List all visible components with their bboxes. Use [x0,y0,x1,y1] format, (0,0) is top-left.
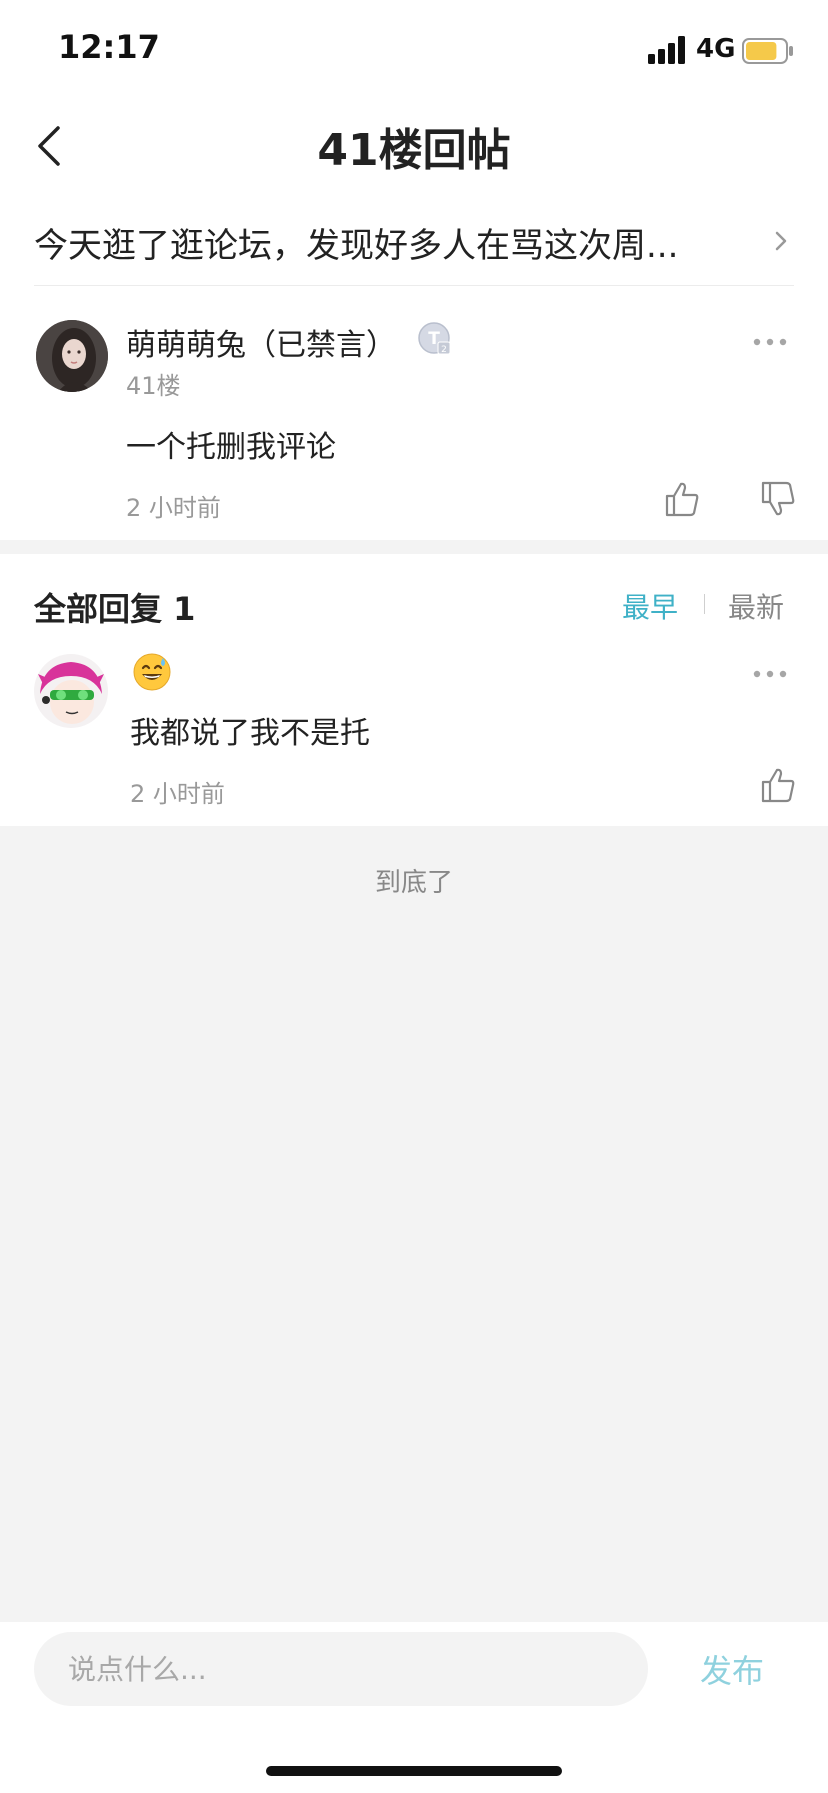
page-title: 41楼回帖 [317,125,511,176]
page: 12:17 4G 41楼回帖 今天逛了逛论坛，发现好多人在骂这次周... 萌萌萌… [0,0,828,1793]
reply-content: 我都说了我不是托 [130,716,370,751]
floor-number: 41楼 [126,372,181,400]
post-timestamp: 2 小时前 [126,494,221,522]
signal-icon [648,36,685,64]
post-content: 一个托删我评论 [126,430,336,465]
user-avatar[interactable] [36,320,108,392]
battery-icon [742,38,793,64]
thread-title: 今天逛了逛论坛，发现好多人在骂这次周... [34,226,679,266]
status-bar: 12:17 4G [0,0,828,96]
svg-text:2: 2 [441,345,447,355]
sweat-smile-emoji-icon [133,653,171,691]
replies-section: 全部回复 1 最早 最新 我都说了我不是托 2 小时前 [0,554,828,826]
username[interactable]: 萌萌萌兔（已禁言） [126,320,396,364]
sort-earliest-tab[interactable]: 最早 [622,586,678,626]
thumbs-down-icon[interactable] [760,480,796,518]
end-of-list-text: 到底了 [374,868,453,898]
reply-emoji [132,652,172,692]
replies-header: 全部回复 1 [34,590,196,628]
chevron-right-icon [775,231,787,251]
reply-more-dots-icon[interactable] [752,668,788,680]
reply-user-avatar[interactable] [34,654,108,728]
sort-newest-tab[interactable]: 最新 [728,586,784,626]
network-type: 4G [696,34,736,64]
thread-link[interactable]: 今天逛了逛论坛，发现好多人在骂这次周... [0,196,828,286]
more-dots-icon[interactable] [752,336,788,348]
floor-post: 萌萌萌兔（已禁言） T 2 41楼 一个托删我评论 2 小时前 [0,286,828,540]
thumbs-up-icon[interactable] [664,480,700,518]
sort-divider [704,594,705,614]
reply-timestamp: 2 小时前 [130,780,225,808]
nav-bar: 41楼回帖 [0,96,828,197]
home-indicator [266,1766,562,1776]
publish-button[interactable]: 发布 [700,1646,764,1692]
reply-thumbs-up-icon[interactable] [760,766,796,804]
status-time: 12:17 [58,28,160,66]
comment-composer: 发布 [0,1622,828,1793]
comment-input[interactable] [34,1632,648,1706]
level-t2-badge-icon: T 2 [418,322,451,355]
